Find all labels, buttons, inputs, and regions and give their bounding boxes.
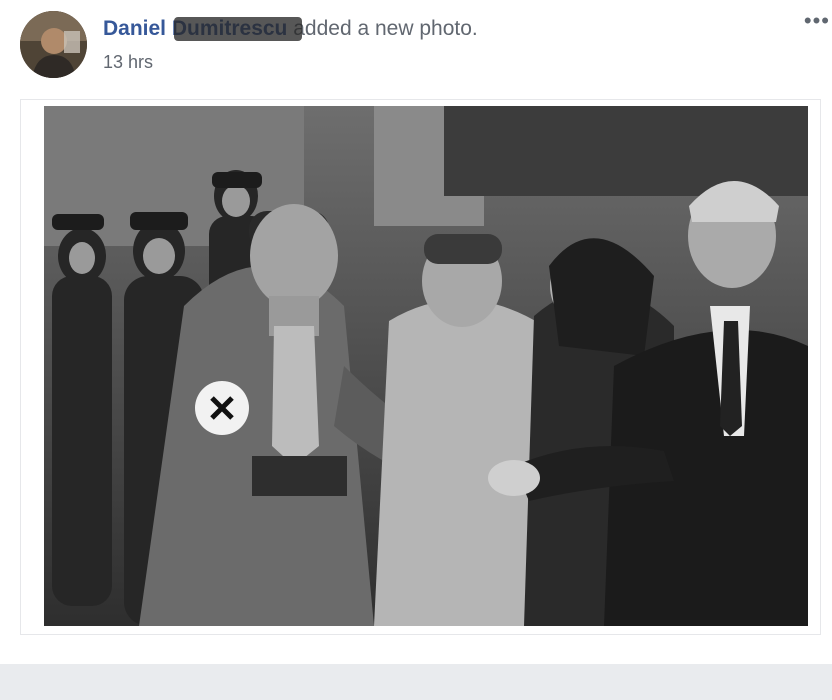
feed-divider: [0, 664, 832, 700]
post-header-line: Daniel Dumitrescu added a new photo.: [103, 16, 478, 42]
author-avatar[interactable]: [20, 11, 87, 78]
photo-image: [44, 106, 808, 626]
post-options-button[interactable]: •••: [804, 8, 830, 34]
post-action-text: added a new photo.: [293, 17, 478, 40]
post-photo[interactable]: [44, 106, 808, 626]
feed-post: Daniel Dumitrescu added a new photo. 13 …: [0, 0, 832, 664]
redaction-mark: [174, 17, 302, 41]
avatar-image: [20, 11, 87, 78]
post-timestamp[interactable]: 13 hrs: [103, 52, 153, 73]
